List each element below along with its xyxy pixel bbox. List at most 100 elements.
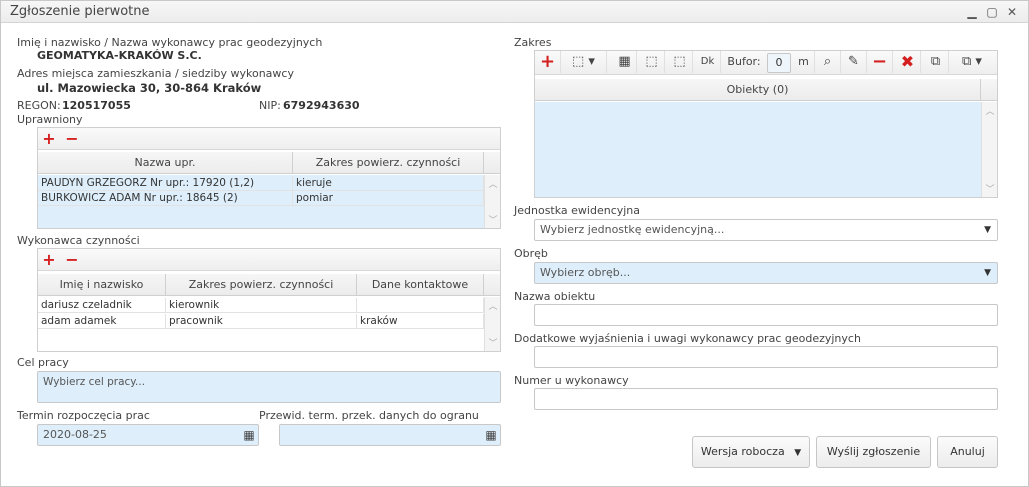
table-cell: PAUDYN GRZEGORZ Nr upr.: 17920 (1,2): [38, 176, 293, 191]
scroll-up-icon[interactable]: ︿: [485, 299, 501, 312]
delete-icon[interactable]: ✖: [895, 51, 921, 73]
chevron-down-icon[interactable]: ▼: [984, 263, 991, 283]
calendar-icon[interactable]: ▦: [240, 427, 258, 443]
calendar-icon[interactable]: ▦: [482, 427, 500, 443]
chevron-down-icon: ▼: [794, 448, 802, 458]
table-row[interactable]: BURKOWICZ ADAM Nr upr.: 18645 (2) pomiar: [38, 191, 484, 206]
add-icon[interactable]: +: [535, 51, 561, 73]
add-icon[interactable]: +: [40, 130, 58, 148]
table-cell: adam adamek: [38, 314, 166, 329]
nazwa-obiektu-label: Nazwa obiektu: [514, 290, 596, 303]
nip-value: 6792943630: [283, 99, 360, 112]
table-row[interactable]: PAUDYN GRZEGORZ Nr upr.: 17920 (1,2) kie…: [38, 176, 484, 191]
scroll-down-icon[interactable]: ﹀: [982, 182, 998, 195]
jednostka-select[interactable]: Wybierz jednostkę ewidencyjną... ▼: [534, 219, 998, 241]
window-title: Zgłoszenie pierwotne: [10, 4, 150, 19]
cel-pracy-input[interactable]: Wybierz cel pracy...: [37, 371, 501, 403]
zoom-icon[interactable]: ⌕: [815, 51, 841, 73]
zakres-toolbar: + ⬚ ▾ ▦ ⬚ ⬚ Dk Bufor: 0 m ⌕ ✎ − ✖ ⧉ ⧉ ▾: [535, 51, 997, 75]
column-header[interactable]: Imię i nazwisko: [38, 274, 166, 296]
przewid-date-input[interactable]: ▦: [279, 424, 501, 446]
uprawniony-grid: + − Nazwa upr. Zakres powierz. czynności…: [37, 127, 501, 229]
wykonawca-address-label: Adres miejsca zamieszkania / siedziby wy…: [17, 67, 294, 80]
bufor-unit: m: [793, 51, 815, 73]
remove-icon[interactable]: −: [63, 251, 81, 269]
remove-icon[interactable]: −: [867, 51, 893, 73]
scroll-up-icon[interactable]: ︿: [982, 104, 998, 117]
zakres-label: Zakres: [514, 36, 552, 49]
zakres-grid: + ⬚ ▾ ▦ ⬚ ⬚ Dk Bufor: 0 m ⌕ ✎ − ✖ ⧉ ⧉ ▾ …: [534, 50, 998, 198]
wersja-robocza-label: Wersja robocza: [700, 445, 785, 458]
wyslij-zgloszenie-button[interactable]: Wyślij zgłoszenie: [816, 436, 931, 468]
anuluj-button[interactable]: Anuluj: [937, 436, 998, 468]
obreb-placeholder: Wybierz obręb...: [540, 266, 631, 279]
obreb-label: Obręb: [514, 247, 548, 260]
bufor-input[interactable]: 0: [767, 53, 791, 73]
wersja-robocza-button[interactable]: Wersja robocza ▼: [692, 436, 810, 468]
table-cell: [357, 298, 484, 313]
minimize-icon[interactable]: ▁: [965, 5, 979, 19]
wykonawca-address-value: ul. Mazowiecka 30, 30-864 Kraków: [37, 81, 262, 95]
table-row[interactable]: dariusz czeladnik kierownik: [38, 298, 484, 313]
termin-date-value: 2020-08-25: [43, 428, 107, 441]
wykonawca-czynnosci-grid: + − Imię i nazwisko Zakres powierz. czyn…: [37, 248, 501, 352]
table-row[interactable]: adam adamek pracownik kraków: [38, 314, 484, 329]
table-cell: kraków: [357, 314, 484, 329]
scrollbar[interactable]: ︿ ﹀: [484, 175, 500, 228]
scrollbar[interactable]: ︿ ﹀: [484, 297, 500, 351]
wykonawca-body: dariusz czeladnik kierownik adam adamek …: [38, 297, 484, 351]
column-header[interactable]: Zakres powierz. czynności: [293, 152, 484, 174]
scroll-down-icon[interactable]: ﹀: [485, 336, 501, 349]
table-cell: dariusz czeladnik: [38, 298, 166, 313]
objects-body: [535, 102, 981, 197]
copy-icon[interactable]: ⧉: [923, 51, 949, 73]
remove-icon[interactable]: −: [63, 130, 81, 148]
numer-label: Numer u wykonawcy: [514, 374, 629, 387]
wykonawca-czynnosci-label: Wykonawca czynności: [17, 234, 140, 247]
regon-value: 120517055: [62, 99, 131, 112]
przewid-label: Przewid. term. przek. danych do ogranu: [259, 409, 479, 422]
regon-label: REGON:: [17, 99, 61, 112]
close-icon[interactable]: ✕: [1005, 5, 1019, 19]
table-cell: pracownik: [166, 314, 357, 329]
add-icon[interactable]: +: [40, 251, 58, 269]
objects-column-header[interactable]: Obiekty (0): [535, 79, 981, 101]
chevron-down-icon[interactable]: ▼: [984, 220, 991, 240]
termin-date-input[interactable]: 2020-08-25 ▦: [37, 424, 259, 446]
draw-dropdown-icon[interactable]: ⬚ ▾: [561, 51, 607, 73]
scroll-up-icon[interactable]: ︿: [485, 177, 501, 190]
obreb-select[interactable]: Wybierz obręb... ▼: [534, 262, 998, 284]
paste-dropdown-icon[interactable]: ⧉ ▾: [949, 51, 995, 73]
title-bar: Zgłoszenie pierwotne ▁ ▢ ✕: [1, 1, 1028, 23]
select-area-icon[interactable]: ⬚: [639, 51, 665, 73]
wykonawca-header: Imię i nazwisko Zakres powierz. czynnośc…: [38, 274, 500, 296]
objects-header: Obiekty (0): [535, 79, 997, 101]
table-cell: kieruje: [293, 176, 484, 191]
edit-icon[interactable]: ✎: [841, 51, 867, 73]
jednostka-placeholder: Wybierz jednostkę ewidencyjną...: [540, 223, 725, 236]
table-cell: pomiar: [293, 191, 484, 206]
table-cell: kierownik: [166, 298, 357, 313]
table-icon[interactable]: ▦: [613, 51, 637, 73]
nazwa-obiektu-input[interactable]: [534, 304, 998, 326]
table-cell: BURKOWICZ ADAM Nr upr.: 18645 (2): [38, 191, 293, 206]
wykonawca-toolbar: + −: [38, 249, 500, 271]
bufor-label: Bufor:: [727, 55, 761, 68]
wykonawca-name-value: GEOMATYKA-KRAKÓW S.C.: [37, 49, 202, 62]
scrollbar[interactable]: ︿ ﹀: [981, 102, 997, 197]
column-header[interactable]: Zakres powierz. czynności: [166, 274, 357, 296]
column-header[interactable]: Dane kontaktowe: [357, 274, 484, 296]
dodatkowe-input[interactable]: [534, 346, 998, 368]
maximize-icon[interactable]: ▢: [985, 5, 999, 19]
import-icon[interactable]: ⬚: [667, 51, 693, 73]
termin-label: Termin rozpoczęcia prac: [17, 409, 150, 422]
uprawniony-toolbar: + −: [38, 128, 500, 150]
column-header[interactable]: Nazwa upr.: [38, 152, 293, 174]
dxf-icon[interactable]: Dk: [695, 51, 721, 73]
scroll-down-icon[interactable]: ﹀: [485, 213, 501, 226]
uprawniony-header: Nazwa upr. Zakres powierz. czynności: [38, 152, 500, 174]
numer-input[interactable]: [534, 388, 998, 410]
jednostka-label: Jednostka ewidencyjna: [514, 204, 641, 217]
wykonawca-name-label: Imię i nazwisko / Nazwa wykonawcy prac g…: [17, 36, 323, 49]
uprawniony-label: Uprawniony: [17, 113, 83, 126]
